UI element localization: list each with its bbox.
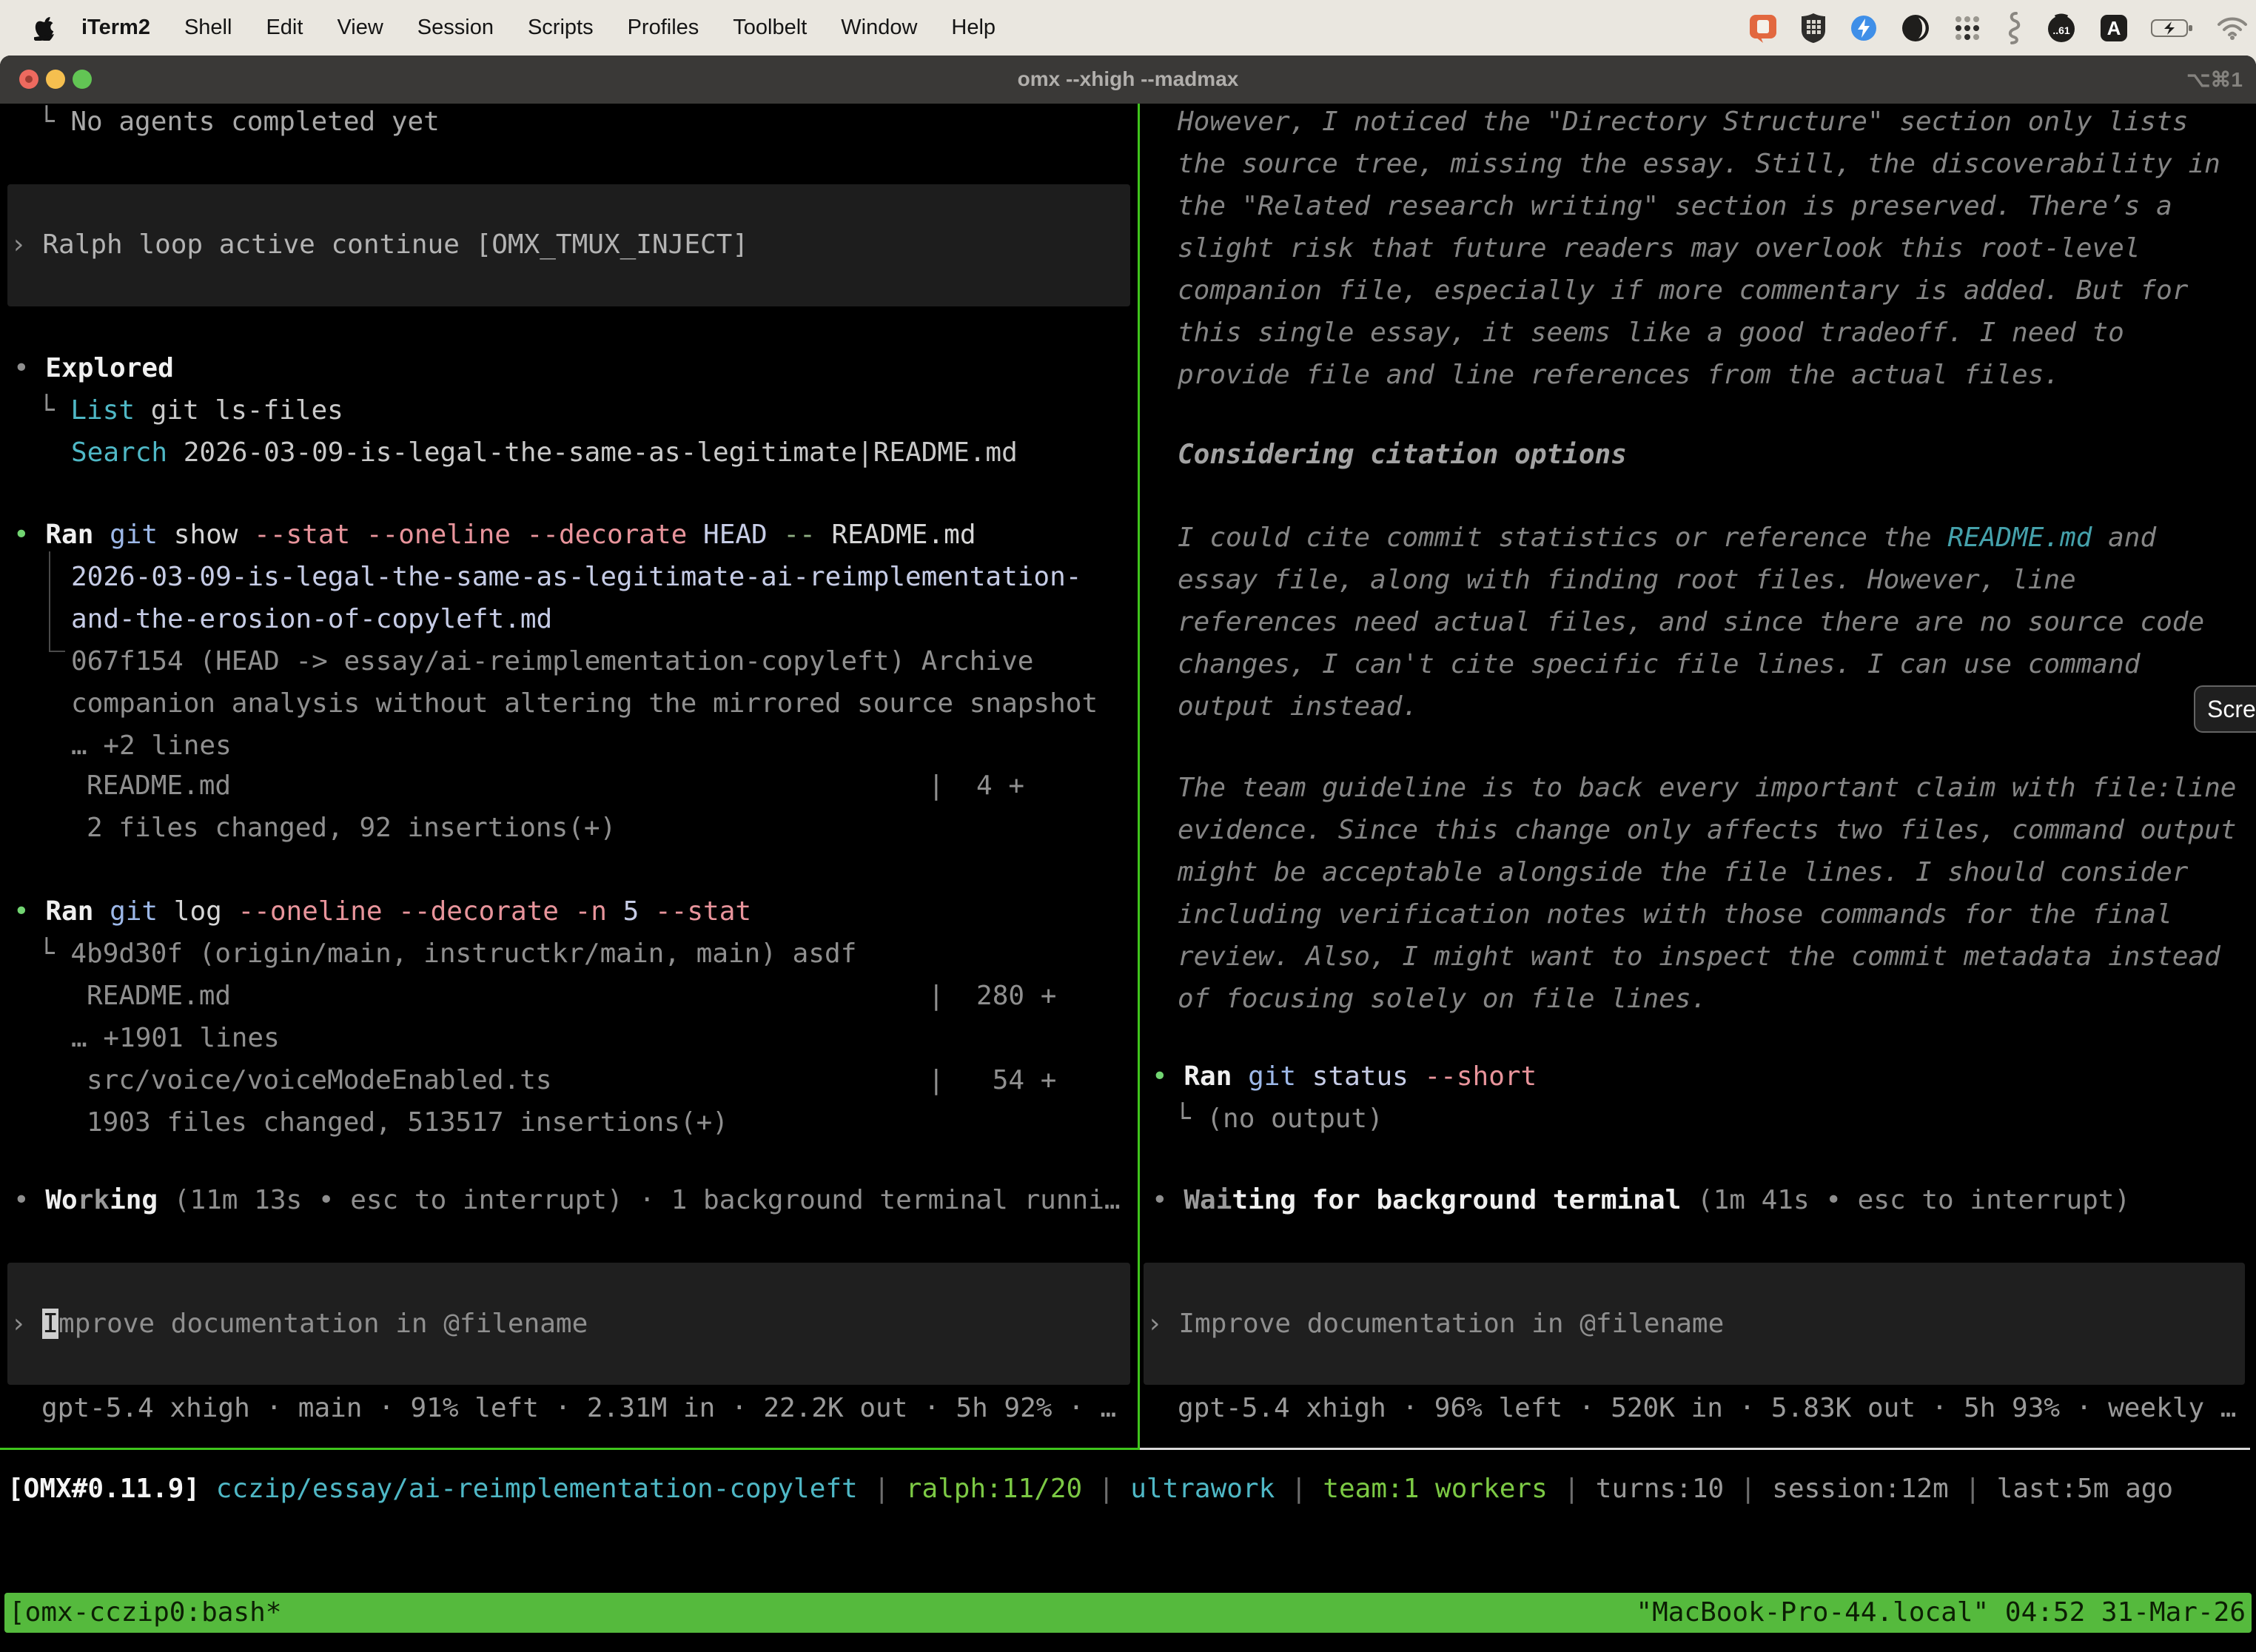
chat-icon[interactable] [1748, 13, 1778, 43]
ralph-loop-banner [7, 184, 1130, 306]
blue-badge-icon[interactable] [1849, 13, 1879, 43]
tree-guide-corner [49, 651, 65, 652]
menu-item-toolbelt[interactable]: Toolbelt [733, 16, 807, 40]
menu-bar: iTerm2 Shell Edit View Session Scripts Profile… [0, 0, 2256, 56]
right-pane-border [1140, 1448, 2250, 1450]
menu-item-help[interactable]: Help [951, 16, 996, 40]
tmux-host-clock: "MacBook-Pro-44.local" 04:52 31-Mar-26 [1636, 1593, 2252, 1633]
svg-text:..61: ..61 [2052, 24, 2070, 36]
menu-items: iTerm2 Shell Edit View Session Scripts Profile… [81, 16, 996, 40]
a-key-icon[interactable]: A [2099, 13, 2129, 43]
menu-item-shell[interactable]: Shell [184, 16, 232, 40]
menu-item-view[interactable]: View [337, 16, 383, 40]
window-title-bar[interactable]: omx --xhigh --madmax ⌥⌘1 [0, 56, 2256, 104]
menu-item-iterm2[interactable]: iTerm2 [81, 16, 150, 40]
menu-item-window[interactable]: Window [841, 16, 917, 40]
dots-grid-icon[interactable] [1953, 13, 1982, 43]
apple-logo-icon[interactable] [34, 16, 56, 41]
menu-item-edit[interactable]: Edit [266, 16, 303, 40]
menu-item-session[interactable]: Session [417, 16, 494, 40]
left-pane-border [0, 1448, 1140, 1450]
battery-charging-icon[interactable] [2151, 17, 2194, 39]
shield-grid-icon[interactable] [1800, 13, 1827, 44]
right-prompt-input[interactable] [1144, 1263, 2245, 1385]
screen-tooltip-label: Scre [2207, 696, 2256, 723]
menu-item-scripts[interactable]: Scripts [528, 16, 594, 40]
tmux-session-label: [omx-cczip0:bash* [4, 1593, 281, 1633]
window-shortcut-badge: ⌥⌘1 [2186, 67, 2243, 92]
wifi-icon[interactable] [2216, 16, 2249, 41]
timer-61-icon[interactable]: ..61 [2046, 13, 2077, 44]
left-prompt-input[interactable] [7, 1263, 1130, 1385]
tree-guide-line [49, 551, 50, 652]
menu-item-profiles[interactable]: Profiles [628, 16, 699, 40]
squiggle-icon[interactable] [2004, 12, 2024, 44]
screen-tooltip: Scre [2194, 685, 2256, 733]
tmux-pane-divider[interactable] [1138, 104, 1140, 1450]
menu-status-icons: ..61 A [1748, 0, 2249, 56]
crescent-icon[interactable] [1901, 13, 1930, 43]
window-title: omx --xhigh --madmax [0, 67, 2256, 91]
tmux-status-bar: [omx-cczip0:bash* "MacBook-Pro-44.local"… [4, 1593, 2252, 1633]
svg-text:A: A [2107, 17, 2121, 39]
screen: iTerm2 Shell Edit View Session Scripts Profile… [0, 0, 2256, 1652]
